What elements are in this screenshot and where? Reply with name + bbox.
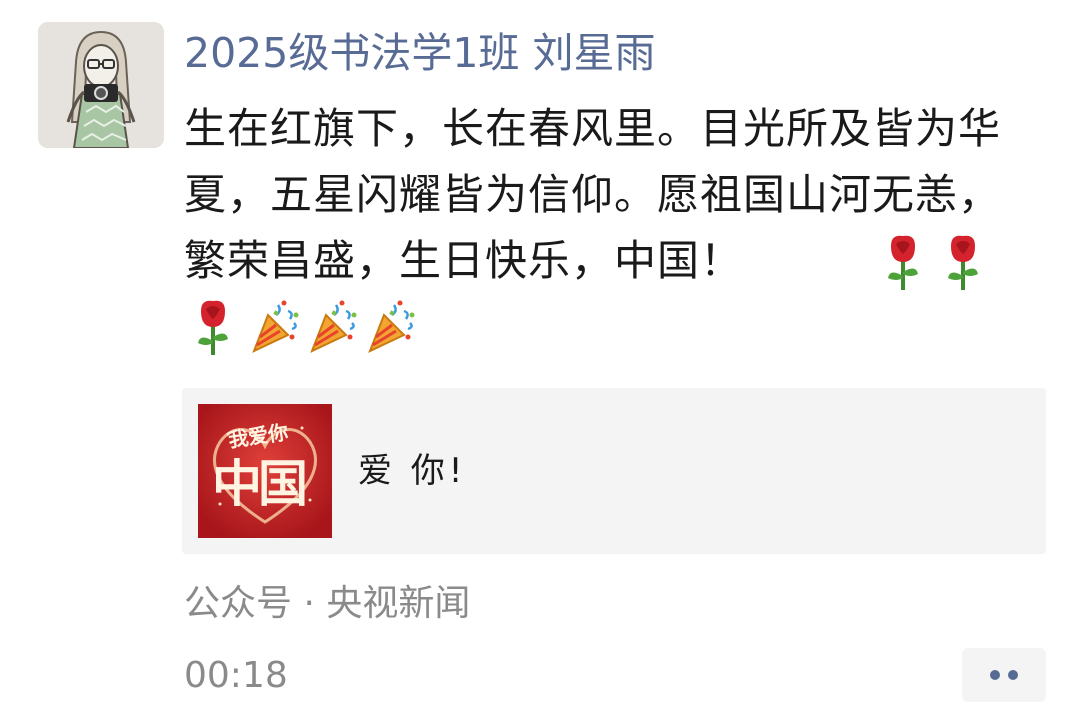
party-popper-emoji-icon <box>248 297 302 357</box>
moments-post: 2025级书法学1班 刘星雨 生在红旗下，长在春风里。目光所及皆为华夏，五星闪耀… <box>0 0 1080 725</box>
party-popper-emoji-icon <box>306 297 360 357</box>
rose-emoji-icon <box>940 232 986 292</box>
emoji-row <box>190 297 422 357</box>
article-thumbnail: 我爱你 中国 <box>198 404 332 538</box>
party-popper-emoji-icon <box>364 297 418 357</box>
avatar[interactable] <box>38 22 164 148</box>
avatar-illustration-icon <box>38 22 164 148</box>
rose-emoji-icon <box>190 297 244 357</box>
author-name-link[interactable]: 2025级书法学1班 刘星雨 <box>184 26 655 80</box>
source-link[interactable]: 公众号 · 央视新闻 <box>184 580 470 628</box>
shared-article-card[interactable]: 我爱你 中国 爱 你! <box>182 388 1046 554</box>
post-time: 00:18 <box>184 655 288 696</box>
thumbnail-caption-big: 中国 <box>212 454 308 513</box>
article-title: 爱 你! <box>358 451 467 491</box>
dot-icon <box>990 670 1000 680</box>
dot-icon <box>1008 670 1018 680</box>
rose-emoji-icon <box>880 232 926 292</box>
more-actions-button[interactable] <box>962 648 1046 702</box>
